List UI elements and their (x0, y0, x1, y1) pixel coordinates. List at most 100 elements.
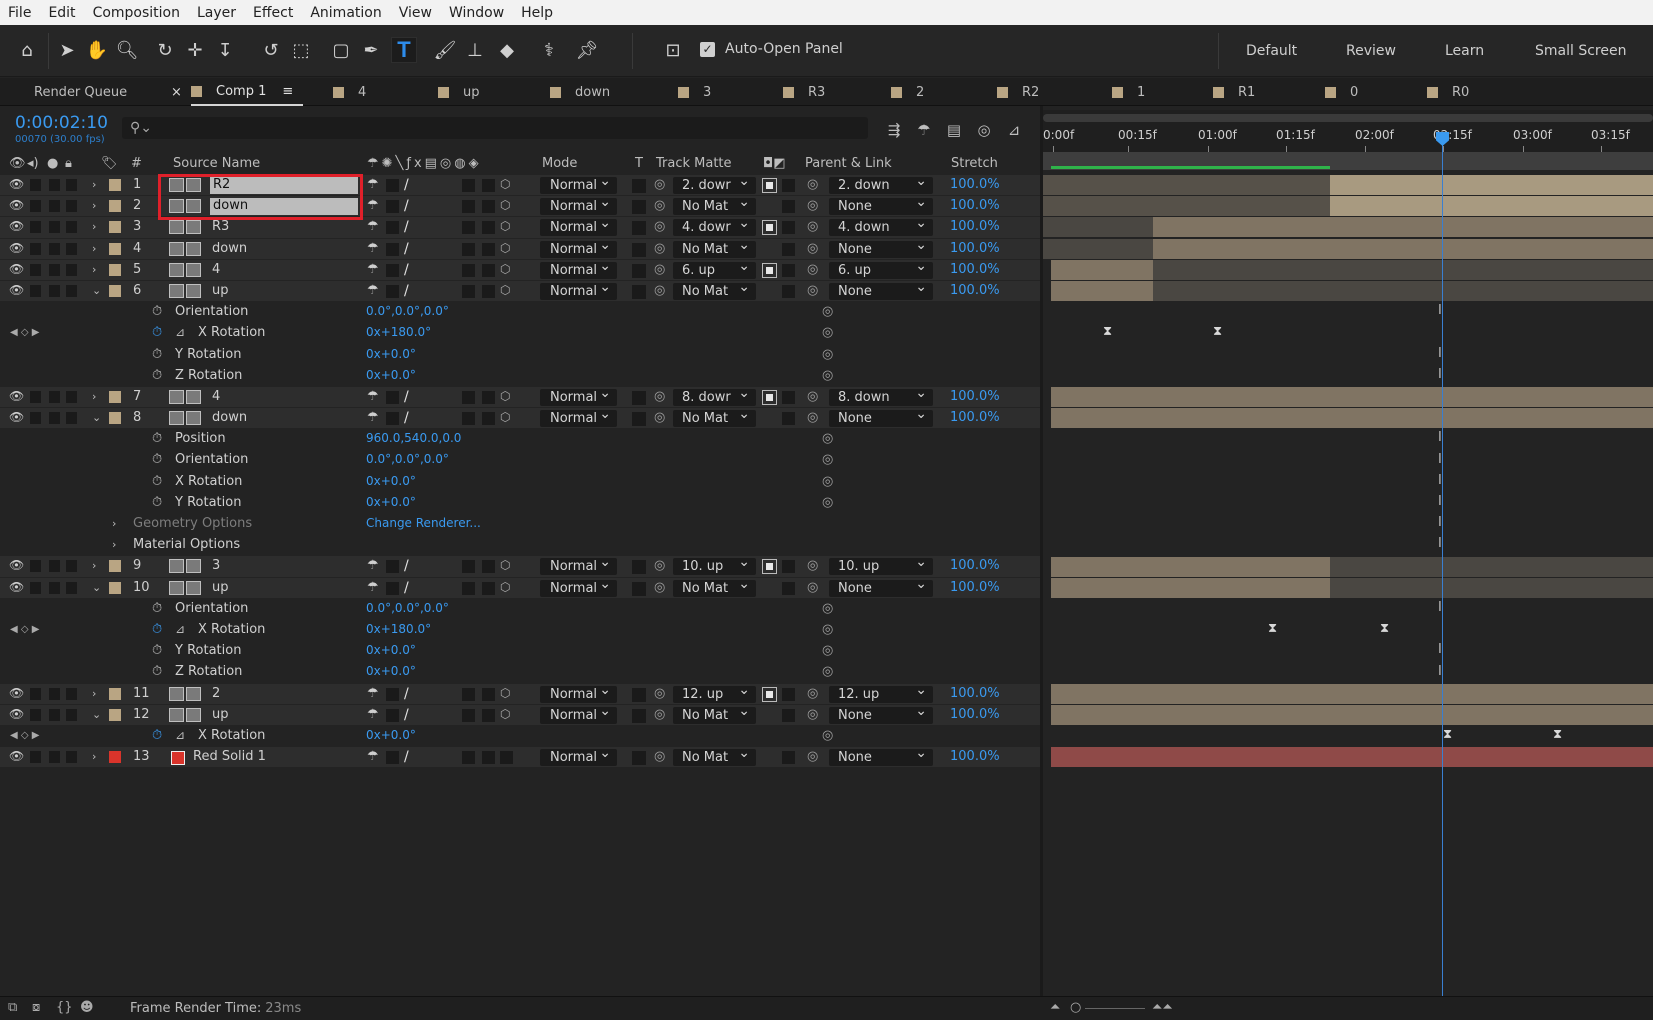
home-icon[interactable]: ⌂ (14, 37, 40, 63)
motion-blur-switch[interactable] (482, 179, 495, 192)
property-row[interactable]: ⏱︎ Y Rotation 0x+0.0° ◎ (0, 344, 1043, 366)
blend-mode-select[interactable]: Normal (540, 194, 617, 216)
parent-select[interactable]: 12. up (829, 682, 933, 703)
collapse-switch[interactable] (386, 708, 399, 722)
keyframe-marker[interactable]: ⧗ (1268, 621, 1277, 636)
transfer-controls-toggle-icon[interactable]: ⧇ (32, 1000, 40, 1015)
property-value[interactable]: 0.0°,0.0°,0.0° (366, 304, 449, 318)
visibility-eye-icon[interactable]: 👁︎ (9, 410, 24, 424)
visibility-eye-icon[interactable]: 👁︎ (9, 283, 24, 297)
3d-layer-icon[interactable]: ⬡ (500, 558, 510, 572)
stretch-value[interactable]: 100.0% (950, 558, 1000, 573)
invert-matte-switch[interactable] (782, 751, 795, 765)
visibility-eye-icon[interactable]: 👁︎ (9, 580, 24, 594)
property-value[interactable]: 0.0°,0.0°,0.0° (366, 452, 449, 466)
property-group-row[interactable]: › Geometry Options Change Renderer... (0, 514, 1043, 536)
parent-pickwhip-icon[interactable]: ◎ (807, 241, 818, 256)
solo-switch[interactable] (49, 263, 60, 276)
invert-matte-switch[interactable] (782, 560, 795, 574)
3d-layer-icon[interactable]: ⬡ (500, 283, 510, 297)
parent-pickwhip-icon[interactable]: ◎ (807, 749, 818, 764)
layer-name[interactable]: up (212, 707, 229, 722)
track-matte-select[interactable]: No Mat (673, 240, 756, 258)
visibility-eye-icon[interactable]: 👁︎ (9, 686, 24, 700)
parent-select[interactable]: 2. down (829, 173, 933, 194)
chevron-right-icon[interactable]: › (92, 750, 96, 763)
parent-select[interactable]: 10. up (829, 554, 933, 576)
audio-switch[interactable] (30, 751, 41, 764)
brush-tool-icon[interactable]: 🖌︎ (432, 37, 458, 63)
zoom-in-icon[interactable]: ⏶⏶ (1152, 1000, 1173, 1015)
chevron-down-icon[interactable]: ⌄ (92, 581, 101, 594)
matte-pickwhip-icon[interactable]: ◎ (654, 558, 665, 573)
in-out-toggle-icon[interactable]: {} (56, 1000, 73, 1015)
visibility-eye-icon[interactable]: 👁︎ (9, 262, 24, 276)
layer-name[interactable]: R3 (212, 219, 229, 234)
lock-switch[interactable] (66, 581, 77, 594)
matte-pickwhip-icon[interactable]: ◎ (654, 749, 665, 764)
invert-matte-switch[interactable] (782, 221, 795, 235)
invert-matte-switch[interactable] (782, 179, 795, 192)
3d-layer-icon[interactable]: ⬡ (500, 580, 510, 594)
layer-duration-bar[interactable] (1043, 238, 1153, 259)
motion-blur-switch[interactable] (482, 687, 495, 701)
workspace-small-screen[interactable]: Small Screen (1535, 43, 1626, 59)
audio-switch[interactable] (30, 581, 41, 594)
lock-switch[interactable] (66, 263, 77, 276)
label-color-swatch[interactable] (109, 560, 121, 573)
blend-mode-select[interactable]: Normal (540, 703, 617, 724)
collapse-switch[interactable] (386, 560, 399, 574)
alpha-matte-icon[interactable] (762, 220, 777, 236)
parent-pickwhip-icon[interactable]: ◎ (807, 177, 818, 192)
layer-row[interactable]: 👁︎ › 4 down ☂ / ⬡ Normal ◎ No Mat ◎ None 100.0% (0, 237, 1043, 260)
property-value[interactable]: 0x+0.0° (366, 664, 416, 678)
blend-mode-select[interactable]: Normal (540, 745, 617, 767)
motion-blur-icon[interactable]: ◎ (974, 121, 994, 139)
lock-switch[interactable] (66, 412, 77, 425)
solo-switch[interactable] (49, 412, 60, 425)
effects-switch[interactable] (462, 560, 475, 574)
time-navigator-bar[interactable] (1043, 114, 1653, 122)
collapse-switch[interactable] (386, 242, 399, 256)
render-time-toggle-icon[interactable]: ☻ (80, 1000, 94, 1015)
layer-row[interactable]: 👁︎›1R2☂/⬡Normal◎2. dowr◎2. down100.0% (0, 173, 1043, 197)
audio-switch[interactable] (30, 708, 41, 721)
quality-switch-icon[interactable]: / (404, 686, 409, 702)
alpha-matte-icon[interactable] (762, 178, 777, 193)
stopwatch-icon[interactable]: ⏱︎ (152, 452, 162, 467)
stretch-value[interactable]: 100.0% (950, 707, 1000, 722)
hand-tool-icon[interactable]: ✋ (84, 37, 110, 63)
effects-switch[interactable] (462, 242, 475, 256)
anchor-tool-icon[interactable]: ⬚ (288, 37, 314, 63)
blend-mode-select[interactable]: Normal (540, 406, 617, 428)
audio-switch[interactable] (30, 390, 41, 403)
layer-search-input[interactable]: ⚲⌄ (122, 117, 868, 139)
snapping-icon[interactable]: ⊡ (660, 37, 686, 63)
shy-switch-icon[interactable]: ☂ (367, 707, 379, 722)
preserve-transparency-switch[interactable] (632, 687, 646, 702)
audio-switch[interactable] (30, 200, 41, 213)
expression-pickwhip-icon[interactable]: ◎ (822, 431, 833, 446)
parent-select[interactable]: None (829, 703, 933, 724)
matte-pickwhip-icon[interactable]: ◎ (654, 580, 665, 595)
parent-pickwhip-icon[interactable]: ◎ (807, 558, 818, 573)
layer-duration-bar[interactable] (1043, 196, 1330, 217)
stopwatch-icon[interactable]: ⏱︎ (152, 728, 162, 743)
label-color-swatch[interactable] (109, 242, 121, 255)
matte-pickwhip-icon[interactable]: ◎ (654, 707, 665, 722)
quality-switch-icon[interactable]: / (404, 749, 409, 765)
parent-pickwhip-icon[interactable]: ◎ (807, 686, 818, 701)
parent-select[interactable]: 4. down (829, 215, 933, 237)
matte-pickwhip-icon[interactable]: ◎ (654, 219, 665, 234)
graph-editor-icon[interactable]: ⊿ (1004, 121, 1024, 139)
collapse-switch[interactable] (386, 221, 399, 235)
audio-switch[interactable] (30, 687, 41, 700)
motion-blur-switch[interactable] (482, 263, 495, 277)
solo-switch[interactable] (49, 581, 60, 594)
stretch-value[interactable]: 100.0% (950, 389, 1000, 404)
layer-duration-bar[interactable] (1043, 217, 1153, 238)
lock-switch[interactable] (66, 687, 77, 700)
layer-name[interactable]: up (212, 283, 229, 298)
expression-pickwhip-icon[interactable]: ◎ (822, 643, 833, 658)
solo-switch[interactable] (49, 242, 60, 255)
